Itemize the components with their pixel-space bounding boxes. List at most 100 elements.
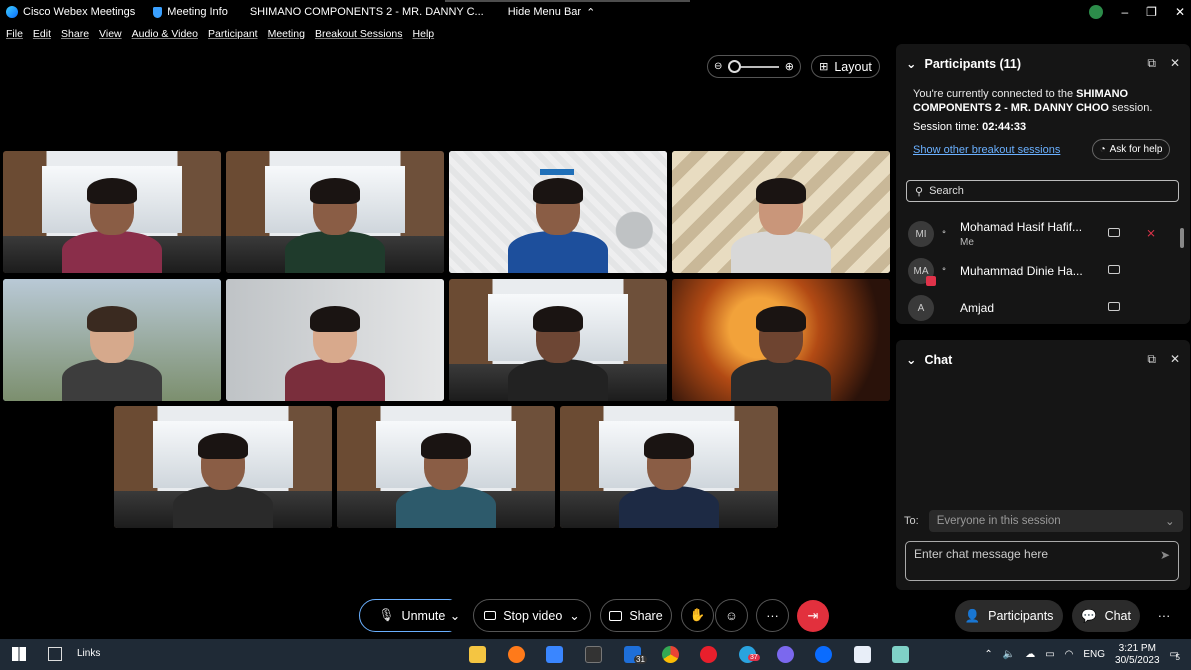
close-panel-icon[interactable]: ✕	[1170, 352, 1180, 367]
firefox-icon[interactable]	[508, 646, 525, 663]
session-time-label: Session time:	[913, 121, 983, 133]
reactions-button[interactable]: ☺	[715, 599, 748, 632]
clock[interactable]: 3:21 PM 30/5/2023	[1115, 643, 1160, 667]
task-view-icon[interactable]	[48, 647, 62, 661]
language-indicator[interactable]: ENG	[1083, 649, 1105, 660]
stop-video-label: Stop video	[503, 608, 563, 623]
hide-menu-bar-button[interactable]: Hide Menu Bar ⌃	[508, 6, 596, 19]
meeting-info-button[interactable]: Meeting Info	[153, 6, 228, 18]
video-tile[interactable]	[3, 151, 221, 273]
ask-for-help-button[interactable]: ◔ Ask for help	[1092, 139, 1170, 160]
video-tile[interactable]	[337, 406, 555, 528]
participant-name: Muhammad Dinie Ha...	[960, 264, 1100, 278]
video-tile[interactable]	[672, 279, 890, 401]
raise-hand-button[interactable]: ✋	[681, 599, 714, 632]
windows-start-icon[interactable]	[12, 647, 26, 661]
document-icon[interactable]	[854, 646, 871, 663]
popout-icon[interactable]: ⧉	[1147, 56, 1156, 71]
show-breakout-sessions-link[interactable]: Show other breakout sessions	[913, 144, 1060, 156]
file-explorer-icon[interactable]	[469, 646, 486, 663]
avatar: MI	[908, 221, 934, 247]
participant-row[interactable]: MA ᐤ Muhammad Dinie Ha...	[908, 255, 1178, 287]
more-options-button[interactable]: ···	[756, 599, 789, 632]
menu-file[interactable]: File	[6, 28, 23, 40]
zoom-knob[interactable]	[728, 59, 742, 73]
menu-breakout-sessions[interactable]: Breakout Sessions	[315, 28, 403, 40]
restore-button[interactable]: ❐	[1146, 5, 1157, 19]
shield-icon	[153, 6, 163, 18]
send-icon[interactable]: ➤	[1160, 548, 1170, 562]
notification-icon[interactable]: ▭ 5	[1170, 649, 1180, 662]
chevron-down-icon[interactable]: ⌄	[906, 352, 916, 367]
chevron-up-icon[interactable]: ⌃	[984, 649, 992, 660]
menu-edit[interactable]: Edit	[33, 28, 51, 40]
popout-icon[interactable]: ⧉	[1147, 352, 1156, 367]
chevron-down-icon[interactable]: ⌄	[906, 56, 916, 71]
chrome-icon[interactable]	[662, 646, 679, 663]
video-tile[interactable]	[672, 151, 890, 273]
participants-tab-button[interactable]: 👤 Participants	[955, 600, 1063, 632]
participant-video	[280, 168, 390, 273]
scroll-thumb[interactable]	[1180, 228, 1184, 248]
video-tile[interactable]	[226, 279, 444, 401]
zoom-out-icon[interactable]: ⊖	[714, 61, 722, 72]
mail-badge: 31	[634, 655, 647, 664]
menu-participant[interactable]: Participant	[208, 28, 258, 40]
battery-icon[interactable]: ▭	[1045, 649, 1054, 660]
video-tile[interactable]	[449, 279, 667, 401]
leave-meeting-button[interactable]: ⇥	[797, 600, 829, 632]
audio-options-dropdown[interactable]: ⌄	[445, 599, 465, 632]
store-icon[interactable]	[546, 646, 563, 663]
panel-overflow-button[interactable]: ···	[1152, 600, 1176, 632]
chevron-down-icon[interactable]: ⌄	[569, 608, 579, 623]
share-button[interactable]: Share	[600, 599, 672, 632]
share-label: Share	[629, 608, 663, 623]
video-tile[interactable]	[449, 151, 667, 273]
participant-name: Amjad	[960, 301, 1100, 315]
muted-mic-icon[interactable]: ⨯	[1146, 226, 1156, 240]
zoom-slider[interactable]: ⊖ ⊕	[707, 55, 801, 78]
video-tile[interactable]	[560, 406, 778, 528]
participant-row[interactable]: A Amjad	[908, 292, 1178, 324]
video-tile[interactable]	[114, 406, 332, 528]
wifi-icon[interactable]: ◠	[1065, 649, 1074, 660]
avatar: A	[908, 295, 934, 321]
zoom-in-icon[interactable]: ⊕	[785, 60, 794, 73]
meeting-info-label: Meeting Info	[167, 6, 228, 18]
chat-title: Chat	[924, 352, 953, 367]
participants-scrollbar[interactable]	[1180, 216, 1186, 316]
chat-header[interactable]: ⌄ Chat	[906, 352, 953, 368]
video-tile[interactable]	[226, 151, 444, 273]
participant-search-input[interactable]: ⚲ Search	[906, 180, 1179, 202]
close-panel-icon[interactable]: ✕	[1170, 56, 1180, 71]
zoom-track[interactable]	[728, 59, 779, 73]
user-status-icon[interactable]	[1089, 5, 1104, 19]
participant-video	[503, 168, 613, 273]
menu-meeting[interactable]: Meeting	[268, 28, 305, 40]
taskbar-links[interactable]: Links	[77, 648, 100, 659]
chat-tab-button[interactable]: 💬 Chat	[1072, 600, 1140, 632]
notion-icon[interactable]	[585, 646, 602, 663]
participant-video	[280, 296, 390, 401]
volume-icon[interactable]: 🔈	[1003, 649, 1015, 660]
minimize-button[interactable]: –	[1121, 5, 1128, 19]
video-tile[interactable]	[3, 279, 221, 401]
chat-message-input[interactable]: Enter chat message here ➤	[905, 541, 1179, 581]
camera-icon	[1108, 228, 1120, 237]
close-button[interactable]: ✕	[1175, 5, 1185, 19]
notepad-icon[interactable]	[892, 646, 909, 663]
participants-header[interactable]: ⌄ Participants (11)	[906, 56, 1021, 72]
menu-help[interactable]: Help	[413, 28, 435, 40]
opera-icon[interactable]	[700, 646, 717, 663]
hide-menu-label: Hide Menu Bar	[507, 6, 582, 18]
menu-view[interactable]: View	[99, 28, 122, 40]
stop-video-button[interactable]: Stop video ⌄	[473, 599, 591, 632]
menu-audio-video[interactable]: Audio & Video	[132, 28, 198, 40]
recipient-select[interactable]: Everyone in this session ⌄	[928, 510, 1183, 532]
webex-taskbar-icon[interactable]	[815, 646, 832, 663]
participant-row[interactable]: MI ᐤ Mohamad Hasif Hafif... Me ⨯	[908, 218, 1178, 250]
onedrive-icon[interactable]: ☁	[1025, 649, 1035, 660]
messenger-icon[interactable]	[777, 646, 794, 663]
layout-button[interactable]: ⊞ Layout	[811, 55, 880, 78]
menu-share[interactable]: Share	[61, 28, 89, 40]
